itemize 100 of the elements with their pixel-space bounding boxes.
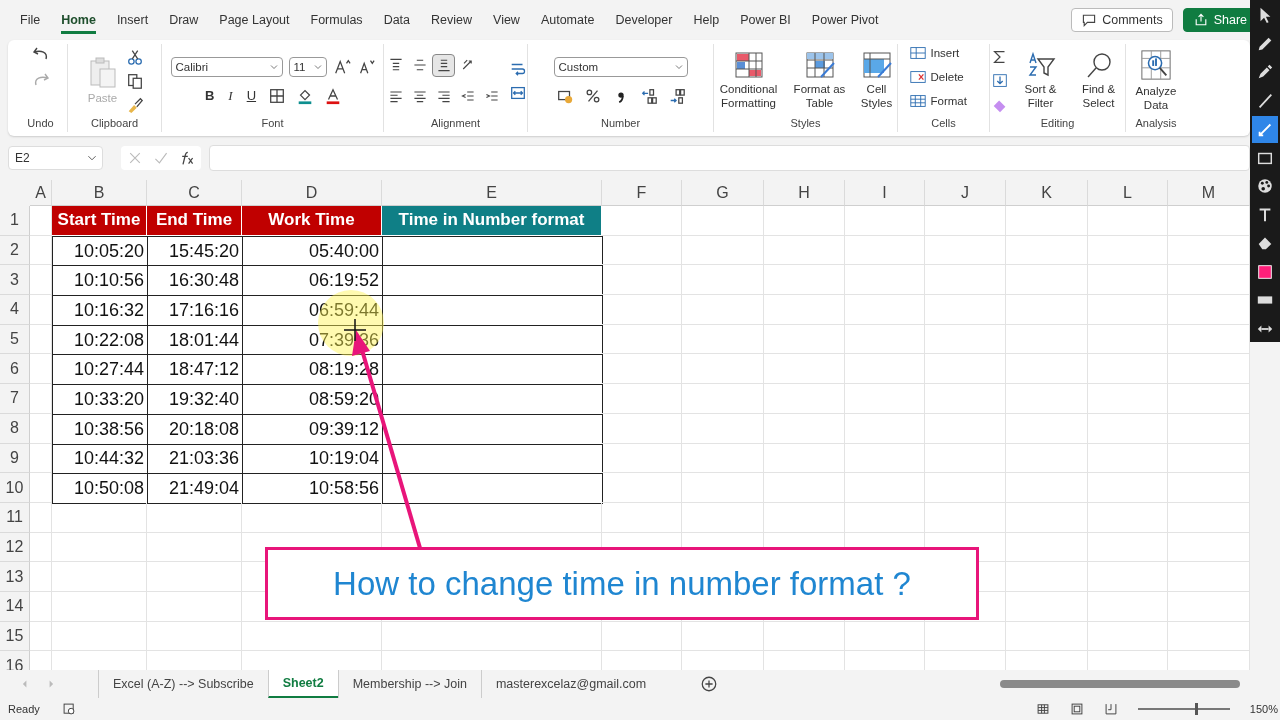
page-layout-icon[interactable]: [1069, 702, 1084, 716]
line-icon: [1256, 91, 1274, 110]
sheet-tab[interactable]: Sheet2: [267, 670, 338, 698]
column-header[interactable]: E: [382, 180, 602, 206]
menu-tab[interactable]: Power Pivot: [811, 6, 879, 34]
font-name-field[interactable]: Calibri: [170, 56, 283, 77]
color-swatch-icon: [1256, 262, 1274, 281]
analyze-data-button[interactable]: Analyze Data: [1130, 49, 1182, 112]
column-header[interactable]: B: [52, 180, 147, 206]
cells-button[interactable]: Format: [908, 92, 979, 110]
function-icon[interactable]: [179, 150, 195, 166]
row-header[interactable]: 4: [0, 295, 30, 325]
styles-button[interactable]: Conditional Formatting: [712, 51, 785, 110]
menu-tab[interactable]: View: [493, 6, 520, 34]
grid-cell: [30, 473, 52, 503]
menu-tab[interactable]: Developer: [615, 6, 673, 34]
row-header[interactable]: 12: [0, 532, 30, 563]
insert-cells-icon: [908, 44, 927, 62]
column-header[interactable]: K: [1006, 180, 1088, 206]
cells-button[interactable]: Delete: [908, 68, 979, 86]
row-header[interactable]: 7: [0, 384, 30, 414]
column-header[interactable]: L: [1088, 180, 1168, 206]
align-middle-icon: [411, 57, 428, 73]
font-size-field[interactable]: 11: [288, 56, 327, 77]
slider-thumb[interactable]: [1194, 703, 1198, 715]
page-break-icon[interactable]: [1103, 702, 1118, 716]
comment-icon: [1081, 12, 1098, 28]
row-header[interactable]: 2: [0, 235, 30, 266]
column-header[interactable]: H: [764, 180, 845, 206]
menu-tab[interactable]: File: [20, 6, 41, 34]
header-cell: Start Time: [52, 206, 147, 236]
formula-input[interactable]: [209, 145, 1250, 171]
horizontal-scrollbar[interactable]: [1000, 680, 1240, 688]
number-format-field[interactable]: Custom: [553, 56, 688, 77]
group-label: Analysis: [1135, 117, 1177, 131]
copy-icon[interactable]: [125, 71, 144, 90]
grid-cell: [30, 532, 52, 563]
row-header[interactable]: 9: [0, 443, 30, 474]
palette-icon: [1256, 177, 1274, 196]
menu-tab[interactable]: Automate: [540, 6, 595, 34]
group-label: Font: [261, 117, 284, 131]
comments-button[interactable]: Comments: [1071, 8, 1173, 32]
column-header[interactable]: C: [147, 180, 242, 206]
alignment-button[interactable]: [432, 53, 455, 77]
column-header[interactable]: I: [845, 180, 925, 206]
row-header[interactable]: 1: [0, 206, 30, 236]
font-style-button[interactable]: B: [202, 88, 217, 103]
grid-cell: [30, 235, 52, 266]
menu-tab[interactable]: Page Layout: [219, 6, 290, 34]
borders-icon[interactable]: [268, 86, 287, 105]
row-header[interactable]: 5: [0, 324, 30, 355]
row-header[interactable]: 3: [0, 265, 30, 296]
editing-button[interactable]: Sort & Filter: [1014, 51, 1067, 110]
name-box[interactable]: E2: [8, 146, 103, 170]
cells-button[interactable]: Insert: [908, 44, 979, 62]
font-grow-icon[interactable]: [332, 57, 351, 76]
menu-tab[interactable]: Power BI: [740, 6, 791, 34]
column-header[interactable]: M: [1168, 180, 1250, 206]
row-header[interactable]: 15: [0, 621, 30, 652]
menu-tab[interactable]: Draw: [169, 6, 199, 34]
row-header[interactable]: 14: [0, 591, 30, 622]
row-header[interactable]: 13: [0, 562, 30, 592]
font-style-button[interactable]: U: [244, 88, 259, 103]
grid-cell: [30, 324, 52, 355]
colored-grid-icon: [733, 51, 764, 79]
column-header[interactable]: F: [602, 180, 682, 206]
zoom-level[interactable]: 150%: [1249, 703, 1278, 715]
row-header[interactable]: 6: [0, 354, 30, 385]
row-header[interactable]: 16: [0, 651, 30, 670]
grid-cell: [30, 265, 52, 296]
column-header[interactable]: A: [30, 180, 52, 206]
grid-cell: [30, 502, 52, 533]
column-header[interactable]: G: [682, 180, 764, 206]
styles-button[interactable]: Format as Table: [790, 51, 849, 110]
grid-cell: [30, 591, 52, 622]
row-header[interactable]: 11: [0, 502, 30, 533]
macro-icon[interactable]: [61, 702, 76, 716]
fill-down-icon[interactable]: [990, 71, 1009, 90]
font-style-button[interactable]: I: [226, 87, 235, 104]
table-cell: 10:50:08: [52, 473, 148, 504]
normal-view-icon[interactable]: [1035, 702, 1050, 716]
align-bottom-icon: [435, 57, 452, 73]
row-header[interactable]: 8: [0, 413, 30, 444]
check-icon[interactable]: [153, 150, 169, 166]
menu-tab[interactable]: Home: [61, 6, 96, 34]
editing-button[interactable]: Find & Select: [1072, 51, 1125, 110]
add-sheet-icon[interactable]: [700, 675, 719, 693]
column-header[interactable]: J: [925, 180, 1006, 206]
format-cells-icon: [908, 92, 927, 110]
menu-tab[interactable]: Insert: [116, 6, 149, 34]
menu-tab[interactable]: Review: [431, 6, 473, 34]
row-header[interactable]: 10: [0, 473, 30, 503]
styles-button[interactable]: Cell Styles: [854, 51, 899, 110]
column-header[interactable]: D: [242, 180, 382, 206]
menu-tab[interactable]: Help: [693, 6, 720, 34]
decimal-increase-icon[interactable]: [639, 86, 658, 105]
menu-tab[interactable]: Data: [383, 6, 411, 34]
group-label: Number: [600, 117, 641, 131]
menu-tab[interactable]: Formulas: [310, 6, 363, 34]
clipboard-icon: [87, 56, 118, 88]
